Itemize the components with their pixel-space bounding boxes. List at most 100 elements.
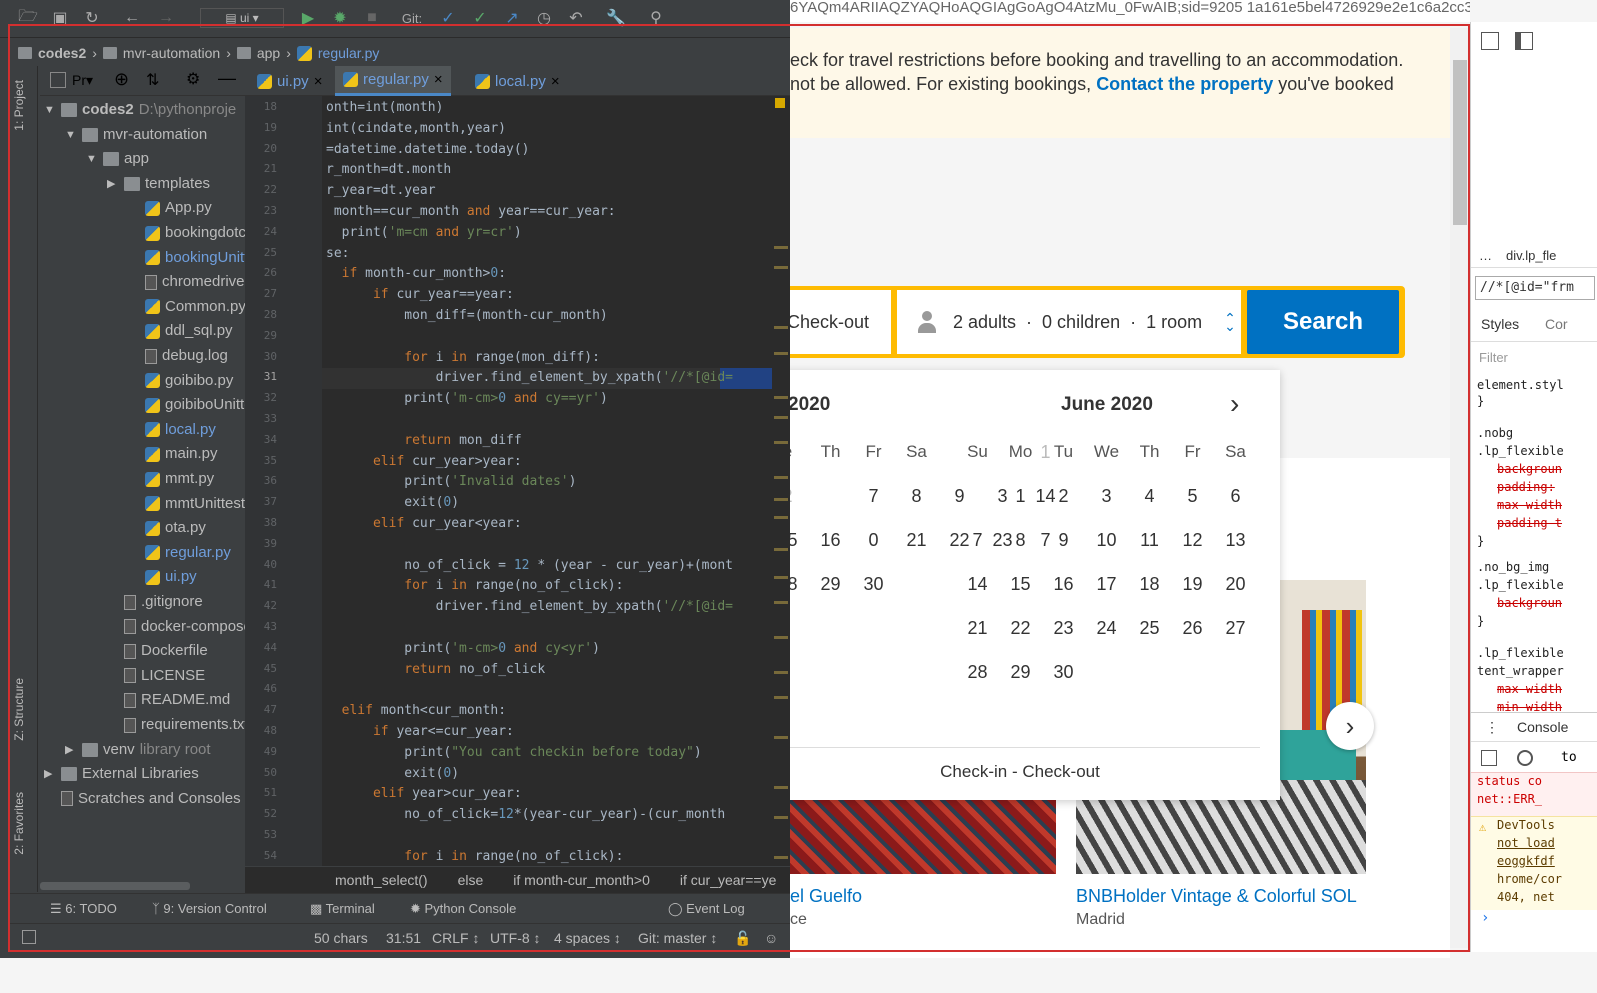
- calendar-day[interactable]: 0: [852, 518, 895, 562]
- guests-field[interactable]: 2 adults · 0 children · 1 room ⌃ ⌄: [897, 290, 1241, 354]
- code-line[interactable]: exit(0): [326, 764, 459, 784]
- calendar-day[interactable]: 17: [1085, 562, 1128, 606]
- python-console-tab[interactable]: ✹ Python Console: [410, 901, 516, 917]
- calendar-day[interactable]: 29: [999, 650, 1042, 694]
- calendar-day[interactable]: 21: [956, 606, 999, 650]
- calendar-day[interactable]: 13: [1214, 518, 1257, 562]
- code-line[interactable]: print('m=cm and yr=cr'): [326, 223, 522, 243]
- calendar-day[interactable]: 15: [999, 562, 1042, 606]
- wrench-icon[interactable]: 🔧: [606, 8, 626, 28]
- hide-icon[interactable]: —: [218, 68, 236, 89]
- calendar-day[interactable]: 29: [809, 562, 852, 606]
- scrollbar-thumb[interactable]: [1453, 60, 1467, 225]
- tool-tab-project[interactable]: 1: Project: [12, 80, 26, 131]
- tree-item[interactable]: bookingUnitte: [128, 246, 257, 270]
- inspector-icon[interactable]: ☺: [764, 930, 778, 946]
- line-separator[interactable]: CRLF ↕: [432, 930, 479, 946]
- collapse-arrow-icon[interactable]: ▶: [44, 762, 56, 786]
- code-line[interactable]: return mon_diff: [326, 431, 521, 451]
- collapse-arrow-icon[interactable]: ▶: [107, 172, 119, 196]
- url-bar[interactable]: 6YAQm4ARIIAQZYAQHoAQGIAgGoAgO4AtzMu_0FwA…: [790, 0, 1470, 22]
- tree-item[interactable]: ota.py: [128, 516, 206, 540]
- code-line[interactable]: elif cur_year>year:: [326, 452, 522, 472]
- tab-styles[interactable]: Styles: [1481, 316, 1519, 332]
- tab-ui-py[interactable]: ui.py ×: [249, 66, 330, 96]
- calendar-day[interactable]: 9: [1042, 518, 1085, 562]
- device-toolbar-icon[interactable]: [1515, 32, 1533, 50]
- hotel-image-1[interactable]: [790, 800, 1056, 874]
- run-icon[interactable]: ▶: [298, 8, 318, 28]
- calendar-day[interactable]: 28: [956, 650, 999, 694]
- close-icon[interactable]: ×: [551, 73, 560, 90]
- code-editor[interactable]: onth=int(month) int(cindate,month,year) =d…: [322, 96, 772, 866]
- code-line[interactable]: if month-cur_month>0:: [326, 264, 506, 284]
- expand-arrow-icon[interactable]: ▼: [86, 147, 98, 171]
- calendar-day[interactable]: 24: [1085, 606, 1128, 650]
- calendar-day[interactable]: 2: [1042, 474, 1085, 518]
- collapse-all-icon[interactable]: ⇅: [146, 70, 159, 90]
- open-folder-icon[interactable]: 🗁: [18, 8, 38, 28]
- git-push-icon[interactable]: ↗: [502, 8, 522, 28]
- checkout-field[interactable]: Check-out: [779, 290, 891, 354]
- code-line[interactable]: print('Invalid dates'): [326, 472, 576, 492]
- calendar-day[interactable]: 5: [1171, 474, 1214, 518]
- crumb-item[interactable]: regular.py: [318, 45, 379, 61]
- code-crumb[interactable]: if month-cur_month>0: [513, 872, 650, 888]
- forward-icon[interactable]: →: [156, 8, 176, 28]
- tree-item[interactable]: .gitignore: [107, 590, 203, 614]
- calendar-day[interactable]: 11: [1128, 518, 1171, 562]
- code-line[interactable]: return no_of_click: [326, 660, 545, 680]
- todo-tab[interactable]: ☰ 6: TODO: [50, 901, 117, 917]
- collapse-arrow-icon[interactable]: ▶: [65, 738, 77, 762]
- project-view-selector[interactable]: Pr▾: [72, 72, 93, 89]
- code-line[interactable]: month==cur_month and year==cur_year:: [326, 202, 616, 222]
- tab-regular-py[interactable]: regular.py ×: [335, 66, 451, 96]
- back-icon[interactable]: ←: [122, 8, 142, 28]
- tab-local-py[interactable]: local.py ×: [467, 66, 568, 96]
- file-encoding[interactable]: UTF-8 ↕: [490, 930, 541, 946]
- tab-console[interactable]: Console: [1517, 719, 1568, 735]
- save-icon[interactable]: ▣: [50, 8, 70, 28]
- search-icon[interactable]: ⚲: [646, 8, 666, 28]
- code-crumb[interactable]: month_select(): [335, 872, 428, 888]
- expand-arrow-icon[interactable]: ▼: [65, 123, 77, 147]
- close-icon[interactable]: ×: [434, 71, 443, 88]
- calendar-day[interactable]: 20: [1214, 562, 1257, 606]
- calendar-day[interactable]: 22: [999, 606, 1042, 650]
- code-line[interactable]: print('m-cm>0 and cy<yr'): [326, 639, 600, 659]
- tree-item[interactable]: ▼ app: [86, 147, 149, 171]
- event-log-tab[interactable]: ◯ Event Log: [668, 901, 745, 917]
- tree-item[interactable]: Common.py: [128, 295, 246, 319]
- code-line[interactable]: print('m-cm>0 and cy==yr'): [326, 389, 608, 409]
- lock-icon[interactable]: 🔓: [734, 930, 751, 947]
- tree-item[interactable]: mmtUnittest.p: [128, 492, 258, 516]
- calendar-day[interactable]: 7: [956, 518, 999, 562]
- calendar-day[interactable]: 3: [1085, 474, 1128, 518]
- code-line[interactable]: =datetime.datetime.today(): [326, 140, 530, 160]
- code-line[interactable]: exit(0): [326, 493, 459, 513]
- rollback-icon[interactable]: ↶: [566, 8, 586, 28]
- calendar-day[interactable]: 21: [895, 518, 938, 562]
- xpath-search-input[interactable]: //*[@id="frm: [1475, 276, 1595, 300]
- calendar-day[interactable]: 30: [1042, 650, 1085, 694]
- clear-console-icon[interactable]: [1517, 750, 1533, 766]
- stop-icon[interactable]: ■: [362, 8, 382, 28]
- history-icon[interactable]: ◷: [534, 8, 554, 28]
- calendar-day[interactable]: 8: [895, 474, 938, 518]
- hotel-name[interactable]: BNBHolder Vintage & Colorful SOL: [1076, 886, 1357, 907]
- console-prompt-icon[interactable]: ›: [1481, 910, 1489, 926]
- crumb-item[interactable]: app: [257, 45, 280, 61]
- inspect-icon[interactable]: [1481, 32, 1499, 50]
- code-line[interactable]: elif year>cur_year:: [326, 784, 522, 804]
- tree-hscrollbar[interactable]: [40, 882, 190, 890]
- code-line[interactable]: onth=int(month): [326, 98, 443, 118]
- terminal-tab[interactable]: ▩ Terminal: [310, 901, 375, 917]
- tree-item[interactable]: docker-compose.: [107, 615, 256, 639]
- calendar-day[interactable]: 7: [852, 474, 895, 518]
- calendar-day[interactable]: 12: [1171, 518, 1214, 562]
- dom-breadcrumb[interactable]: div.lp_fle: [1506, 248, 1556, 263]
- close-icon[interactable]: ×: [314, 73, 323, 90]
- code-line[interactable]: int(cindate,month,year): [326, 119, 506, 139]
- tree-item[interactable]: debug.log: [128, 344, 228, 368]
- tree-item[interactable]: ▶ External Libraries: [44, 762, 199, 786]
